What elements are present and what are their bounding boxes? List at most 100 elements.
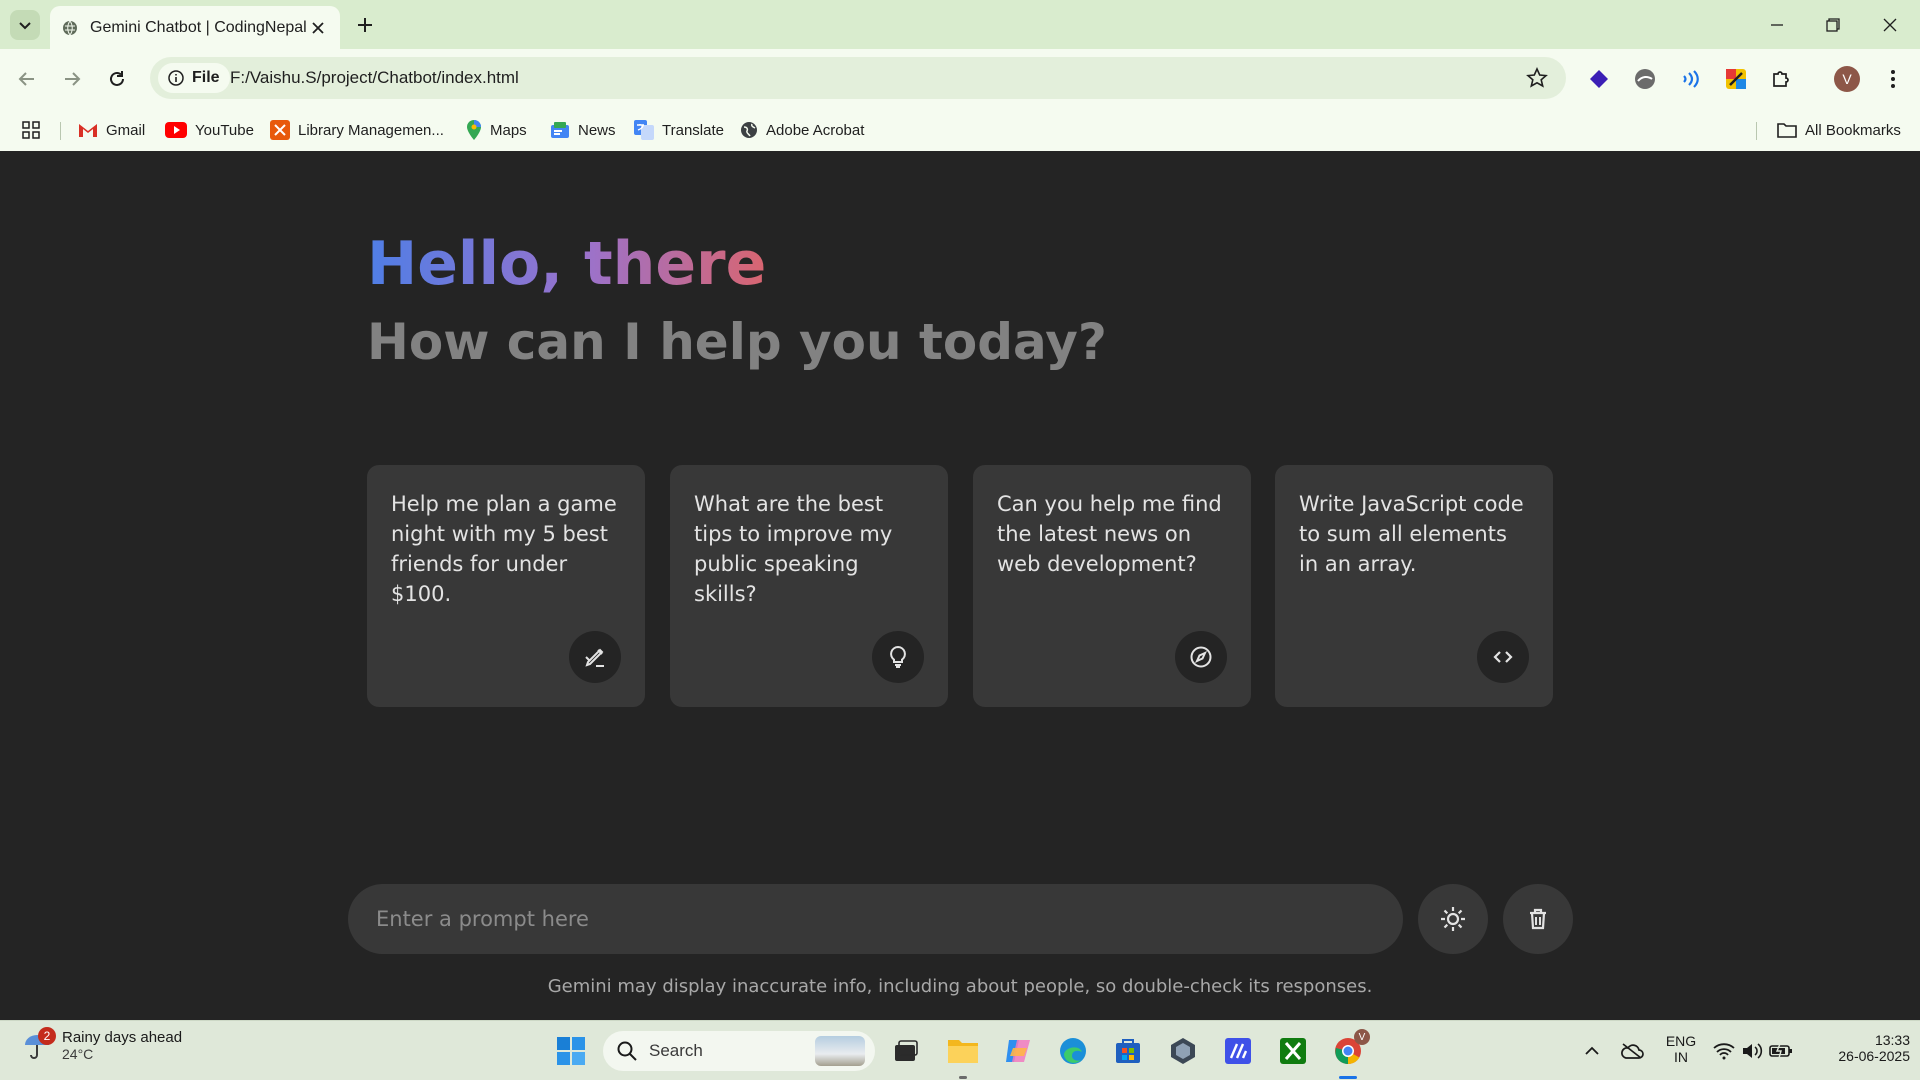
editor-icon (1225, 1038, 1251, 1064)
apps-button[interactable] (22, 118, 40, 142)
xbox-icon (1280, 1038, 1306, 1064)
quick-settings-button[interactable] (1708, 1033, 1798, 1069)
extensions-menu-button[interactable] (1767, 65, 1795, 93)
xbox-button[interactable] (1275, 1033, 1311, 1069)
bookmark-label: Gmail (106, 121, 146, 139)
restore-button[interactable] (1813, 10, 1853, 40)
language-indicator[interactable]: ENG IN (1660, 1033, 1702, 1065)
close-window-button[interactable] (1870, 10, 1910, 40)
greeting-subtitle: How can I help you today? (367, 313, 1107, 371)
bookmark-label: Translate (662, 121, 724, 139)
suggestion-text: Write JavaScript code to sum all element… (1299, 492, 1524, 576)
translate-icon (634, 120, 654, 140)
extension-button[interactable] (1631, 65, 1659, 93)
weather-widget[interactable]: 2 Rainy days ahead 24°C (22, 1026, 183, 1062)
site-info-chip[interactable]: File (158, 63, 230, 93)
clock-time: 13:33 (1874, 1032, 1910, 1048)
browser-chrome: Gemini Chatbot | CodingNepal File F:/Vai… (0, 0, 1920, 151)
prompt-box (348, 884, 1403, 954)
restore-icon (1826, 18, 1840, 32)
active-tab[interactable]: Gemini Chatbot | CodingNepal (50, 6, 340, 49)
suggestion-text: Can you help me find the latest news on … (997, 492, 1222, 576)
bookmark-news[interactable]: News (550, 118, 616, 142)
file-explorer-button[interactable] (945, 1033, 981, 1079)
bookmark-label: Maps (490, 121, 527, 139)
trash-icon (1530, 908, 1546, 930)
tab-title: Gemini Chatbot | CodingNepal (90, 18, 307, 36)
close-icon (1883, 18, 1897, 32)
bookmark-adobe-acrobat[interactable]: Adobe Acrobat (740, 118, 864, 142)
news-icon (551, 122, 569, 138)
bookmark-divider (60, 122, 61, 140)
taskbar-search[interactable]: Search (603, 1031, 875, 1071)
badge-initial: V (1358, 1031, 1366, 1043)
explore-icon (1175, 631, 1227, 683)
forward-button[interactable] (57, 64, 87, 94)
extension-button[interactable] (1676, 65, 1704, 93)
avatar: V (1834, 66, 1860, 92)
suggestion-text: What are the best tips to improve my pub… (694, 492, 893, 606)
folder-icon (1777, 123, 1797, 138)
profile-button[interactable]: V (1833, 65, 1861, 93)
copilot-button[interactable] (1000, 1033, 1036, 1069)
start-button[interactable] (553, 1033, 589, 1069)
tab-close-button[interactable] (308, 18, 328, 38)
address-bar[interactable]: File F:/Vaishu.S/project/Chatbot/index.h… (150, 57, 1566, 99)
bookmark-label: Adobe Acrobat (766, 121, 865, 139)
all-bookmarks-label: All Bookmarks (1805, 121, 1901, 139)
show-hidden-icons-button[interactable] (1574, 1033, 1610, 1069)
language-code: ENG (1665, 1033, 1697, 1049)
bookmark-youtube[interactable]: YouTube (165, 118, 254, 142)
new-tab-button[interactable] (352, 12, 378, 38)
bookmark-maps[interactable]: Maps (466, 118, 527, 142)
chrome-button[interactable]: V (1330, 1029, 1370, 1079)
color-picker-icon (1726, 69, 1746, 89)
suggestion-card[interactable]: Can you help me find the latest news on … (973, 465, 1251, 707)
edge-button[interactable] (1055, 1033, 1091, 1069)
weather-title: Rainy days ahead (62, 1029, 183, 1046)
minimize-icon (1771, 24, 1783, 26)
suggestion-card[interactable]: Help me plan a game night with my 5 best… (367, 465, 645, 707)
clock[interactable]: 13:33 26-06-2025 (1810, 1032, 1910, 1064)
extension-button[interactable] (1585, 65, 1613, 93)
browser-menu-button[interactable] (1879, 65, 1907, 93)
tab-search-button[interactable] (10, 10, 40, 40)
bookmark-divider (1756, 122, 1757, 140)
extension-button[interactable] (1722, 65, 1750, 93)
app-button[interactable] (1165, 1033, 1201, 1069)
cloud-off-icon (1621, 1043, 1644, 1059)
bookmark-translate[interactable]: Translate (634, 118, 724, 142)
bookmark-gmail[interactable]: Gmail (78, 118, 145, 142)
active-indicator (959, 1076, 967, 1079)
youtube-icon (165, 122, 187, 138)
store-button[interactable] (1110, 1033, 1146, 1069)
delete-chat-button[interactable] (1503, 884, 1573, 954)
task-view-button[interactable] (888, 1033, 924, 1069)
globe-icon (741, 122, 757, 138)
suggestion-card[interactable]: Write JavaScript code to sum all element… (1275, 465, 1553, 707)
bookmark-library[interactable]: Library Managemen... (270, 118, 444, 142)
browser-toolbar: File F:/Vaishu.S/project/Chatbot/index.h… (0, 49, 1920, 108)
avatar-initial: V (1842, 71, 1852, 87)
bookmark-star-icon[interactable] (1526, 67, 1548, 89)
maps-icon (467, 120, 481, 140)
url-text[interactable]: F:/Vaishu.S/project/Chatbot/index.html (230, 68, 519, 88)
plus-icon (358, 18, 372, 32)
theme-toggle-button[interactable] (1418, 884, 1488, 954)
sun-icon (1441, 907, 1465, 931)
minimize-button[interactable] (1757, 10, 1797, 40)
chrome-profile-badge: V (1354, 1029, 1370, 1045)
suggestion-card[interactable]: What are the best tips to improve my pub… (670, 465, 948, 707)
all-bookmarks-button[interactable]: All Bookmarks (1777, 118, 1901, 142)
folder-icon (948, 1040, 978, 1063)
back-button[interactable] (12, 64, 42, 94)
weather-badge: 2 (38, 1026, 56, 1045)
onedrive-button[interactable] (1614, 1033, 1650, 1069)
arrow-right-icon (65, 72, 81, 86)
prompt-input[interactable] (376, 884, 1376, 954)
vscode-like-button[interactable] (1220, 1033, 1256, 1069)
reload-button[interactable] (102, 64, 132, 94)
umbrella-icon: 2 (22, 1026, 56, 1061)
globe-icon (63, 20, 77, 35)
wifi-icon (1713, 1043, 1735, 1060)
